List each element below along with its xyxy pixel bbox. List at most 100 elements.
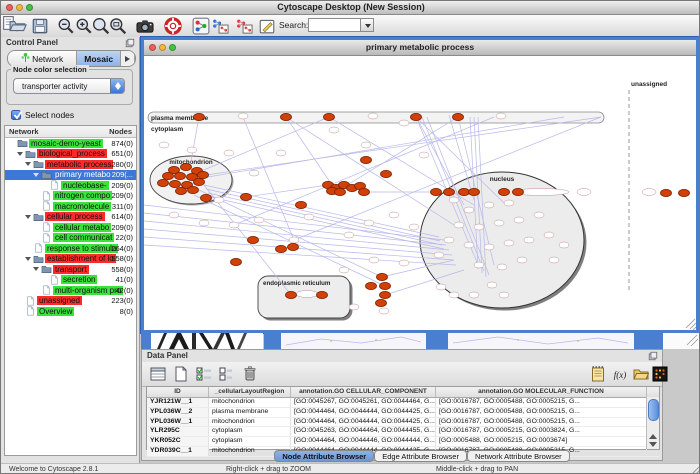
network-node-selected[interactable] xyxy=(444,188,455,195)
network-node[interactable] xyxy=(444,237,454,243)
network-node-selected[interactable] xyxy=(366,282,377,289)
table-row[interactable]: YPL036W__2plasma membrane[GO:0044464, GO… xyxy=(147,408,659,418)
network-node-selected[interactable] xyxy=(499,188,510,195)
network-node[interactable] xyxy=(254,217,264,223)
network-overview-icon[interactable] xyxy=(192,17,210,35)
network-node[interactable] xyxy=(494,220,504,226)
zoom-selected-icon[interactable] xyxy=(109,17,127,35)
network-node-selected[interactable] xyxy=(201,194,212,201)
search-input[interactable] xyxy=(308,18,363,32)
network-node-selected[interactable] xyxy=(231,258,242,265)
resize-grip-icon[interactable] xyxy=(693,327,696,330)
scroll-down-icon[interactable] xyxy=(649,442,657,447)
tab-network[interactable]: Network xyxy=(8,51,77,66)
tab-edge-attribute-browser[interactable]: Edge Attribute Browser xyxy=(374,450,467,462)
select-nodes-checkbox[interactable] xyxy=(11,110,21,120)
tree-row-unassigned[interactable]: unassigned223(0) xyxy=(5,296,136,307)
network-node[interactable] xyxy=(549,257,559,263)
zoom-fit-icon[interactable] xyxy=(92,17,110,35)
network-node-selected[interactable] xyxy=(453,113,464,120)
tree-row-nucleobase[interactable]: nucleobase-209(0) xyxy=(5,180,136,191)
attribute-table-icon[interactable] xyxy=(149,365,167,383)
network-node-selected[interactable] xyxy=(175,172,186,179)
annotation-icon[interactable] xyxy=(258,17,276,35)
expander-triangle-icon[interactable] xyxy=(33,267,39,271)
column-header-3[interactable]: annotation.GO MOLECULAR_FUNCTION xyxy=(436,387,647,397)
tree-row-biological-process[interactable]: biological_process651(0) xyxy=(5,149,136,160)
expander-triangle-icon[interactable] xyxy=(33,173,39,177)
network-node-selected[interactable] xyxy=(288,243,299,250)
network-node[interactable] xyxy=(399,120,409,126)
scrollbar-thumb[interactable] xyxy=(648,399,659,421)
network-node[interactable] xyxy=(289,237,299,243)
network-node-selected[interactable] xyxy=(176,187,187,194)
network-node[interactable] xyxy=(559,242,569,248)
function-builder-icon[interactable]: f(x) xyxy=(611,365,629,383)
window-title-bar[interactable]: Cytoscape Desktop (New Session) xyxy=(1,1,700,15)
network-node-selected[interactable] xyxy=(194,178,205,185)
network-node-selected[interactable] xyxy=(241,193,252,200)
float-panel-icon[interactable] xyxy=(125,38,135,48)
network-window-title-bar[interactable]: primary metabolic process xyxy=(144,40,696,56)
network-node[interactable] xyxy=(379,308,389,314)
network-node[interactable] xyxy=(199,220,209,226)
tree-row-metabolic-process[interactable]: metabolic process280(0) xyxy=(5,159,136,170)
network-node-selected[interactable] xyxy=(513,188,524,195)
network-node[interactable] xyxy=(238,113,248,119)
resize-grip-icon[interactable] xyxy=(688,464,700,474)
tree-row-secretion[interactable]: secretion41(0) xyxy=(5,275,136,286)
expander-triangle-icon[interactable] xyxy=(25,215,31,219)
network-node-selected[interactable] xyxy=(198,171,209,178)
network-node-selected[interactable] xyxy=(181,163,192,170)
network-node[interactable] xyxy=(344,232,354,238)
network-node[interactable] xyxy=(474,262,484,268)
network-canvas[interactable]: plasma membranecytoplasmmitochondrionnuc… xyxy=(144,55,696,330)
network-node[interactable] xyxy=(361,142,371,148)
network-node-selected[interactable] xyxy=(380,291,391,298)
duplicate-view-red-icon[interactable] xyxy=(235,17,253,35)
expander-triangle-icon[interactable] xyxy=(25,257,31,261)
network-node[interactable] xyxy=(214,197,224,203)
network-node-selected[interactable] xyxy=(359,188,370,195)
network-node-selected[interactable] xyxy=(380,282,391,289)
network-node-selected[interactable] xyxy=(188,186,199,193)
tree-row-transport[interactable]: transport558(0) xyxy=(5,264,136,275)
table-row[interactable]: YKR052Ccytoplasm[GO:0044464, GO:0044446,… xyxy=(147,437,659,447)
network-node[interactable] xyxy=(304,214,314,220)
network-node[interactable] xyxy=(484,244,494,250)
attribute-matrix-icon[interactable] xyxy=(651,365,669,383)
open-icon[interactable] xyxy=(9,17,27,35)
network-node-selected[interactable] xyxy=(317,291,328,298)
expander-triangle-icon[interactable] xyxy=(25,162,31,166)
network-node[interactable] xyxy=(504,240,514,246)
network-node[interactable] xyxy=(449,292,459,298)
network-node[interactable] xyxy=(434,252,444,258)
network-node[interactable] xyxy=(339,267,349,273)
tree-row-response-to-stimulu[interactable]: response to stimulu264(0) xyxy=(5,243,136,254)
network-node-selected[interactable] xyxy=(248,236,259,243)
tree-row-nitrogen-compo[interactable]: nitrogen compo209(0) xyxy=(5,191,136,202)
network-node[interactable] xyxy=(249,170,259,176)
network-node-selected[interactable] xyxy=(459,188,470,195)
network-node[interactable] xyxy=(464,242,474,248)
network-node[interactable] xyxy=(484,202,494,208)
network-node-selected[interactable] xyxy=(170,180,181,187)
snapshot-icon[interactable] xyxy=(136,17,154,35)
network-node-wide[interactable] xyxy=(642,189,656,196)
network-node-selected[interactable] xyxy=(376,299,387,306)
network-node[interactable] xyxy=(544,232,554,238)
network-node[interactable] xyxy=(409,224,419,230)
network-node[interactable] xyxy=(497,264,507,270)
network-node[interactable] xyxy=(499,292,509,298)
network-node-selected[interactable] xyxy=(194,113,205,120)
network-node-selected[interactable] xyxy=(431,188,442,195)
tab-mosaic[interactable]: Mosaic xyxy=(77,51,121,66)
save-icon[interactable] xyxy=(31,17,49,35)
column-header-1[interactable]: _cellularLayoutRegion xyxy=(209,387,291,397)
network-node-selected[interactable] xyxy=(276,245,287,252)
deselect-attributes-icon[interactable] xyxy=(217,365,235,383)
network-node-selected[interactable] xyxy=(381,170,392,177)
network-node-selected[interactable] xyxy=(158,179,169,186)
network-node-selected[interactable] xyxy=(377,273,388,280)
tree-row-primary-metabo[interactable]: primary metabo209(... xyxy=(5,170,136,181)
